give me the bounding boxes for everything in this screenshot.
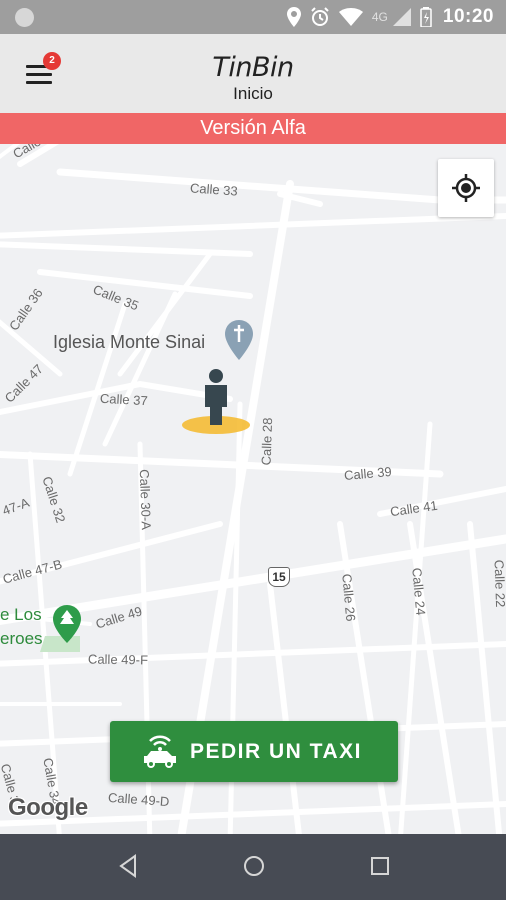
signal-icon	[392, 8, 411, 26]
back-icon[interactable]	[117, 852, 139, 880]
church-pin-icon[interactable]	[225, 320, 253, 360]
location-icon	[286, 7, 301, 27]
version-banner: Versión Alfa	[0, 113, 506, 144]
system-nav-bar	[0, 834, 506, 900]
route-shield: 15	[268, 567, 290, 587]
park-label[interactable]: e Los	[0, 605, 42, 625]
page-title: Inicio	[233, 84, 273, 103]
notification-icon	[15, 8, 34, 27]
person-marker-icon	[182, 369, 250, 434]
street-label: Calle 30-A	[136, 468, 154, 531]
google-attribution: Google	[8, 794, 88, 821]
taxi-button-label: PEDIR UN TAXI	[190, 740, 362, 763]
poi-label[interactable]: Iglesia Monte Sinai	[53, 332, 205, 353]
street-label: Calle 28	[258, 417, 276, 466]
status-icons: 4G 10:20	[286, 5, 494, 29]
park-pin-icon[interactable]	[53, 605, 81, 643]
status-bar: 4G 10:20	[0, 0, 506, 34]
street-label: Calle 37	[99, 390, 149, 409]
request-taxi-button[interactable]: PEDIR UN TAXI	[110, 721, 398, 782]
clock: 10:20	[442, 6, 494, 27]
street-label: Calle 22	[491, 559, 506, 608]
alarm-icon	[311, 7, 329, 26]
street-label: Calle 49-F	[87, 651, 149, 668]
home-icon[interactable]	[242, 852, 266, 880]
my-location-button[interactable]	[438, 159, 494, 217]
app-logo: TinBin	[212, 52, 294, 83]
street-label: Calle 33	[189, 180, 239, 199]
recents-icon[interactable]	[369, 852, 391, 880]
battery-icon	[420, 7, 432, 27]
app-header: 2 TinBin Inicio	[0, 34, 506, 113]
taxi-icon	[144, 735, 176, 768]
park-label[interactable]: eroes	[0, 629, 43, 649]
network-type: 4G	[371, 10, 388, 24]
crosshair-icon	[452, 174, 480, 202]
wifi-icon	[338, 8, 363, 26]
